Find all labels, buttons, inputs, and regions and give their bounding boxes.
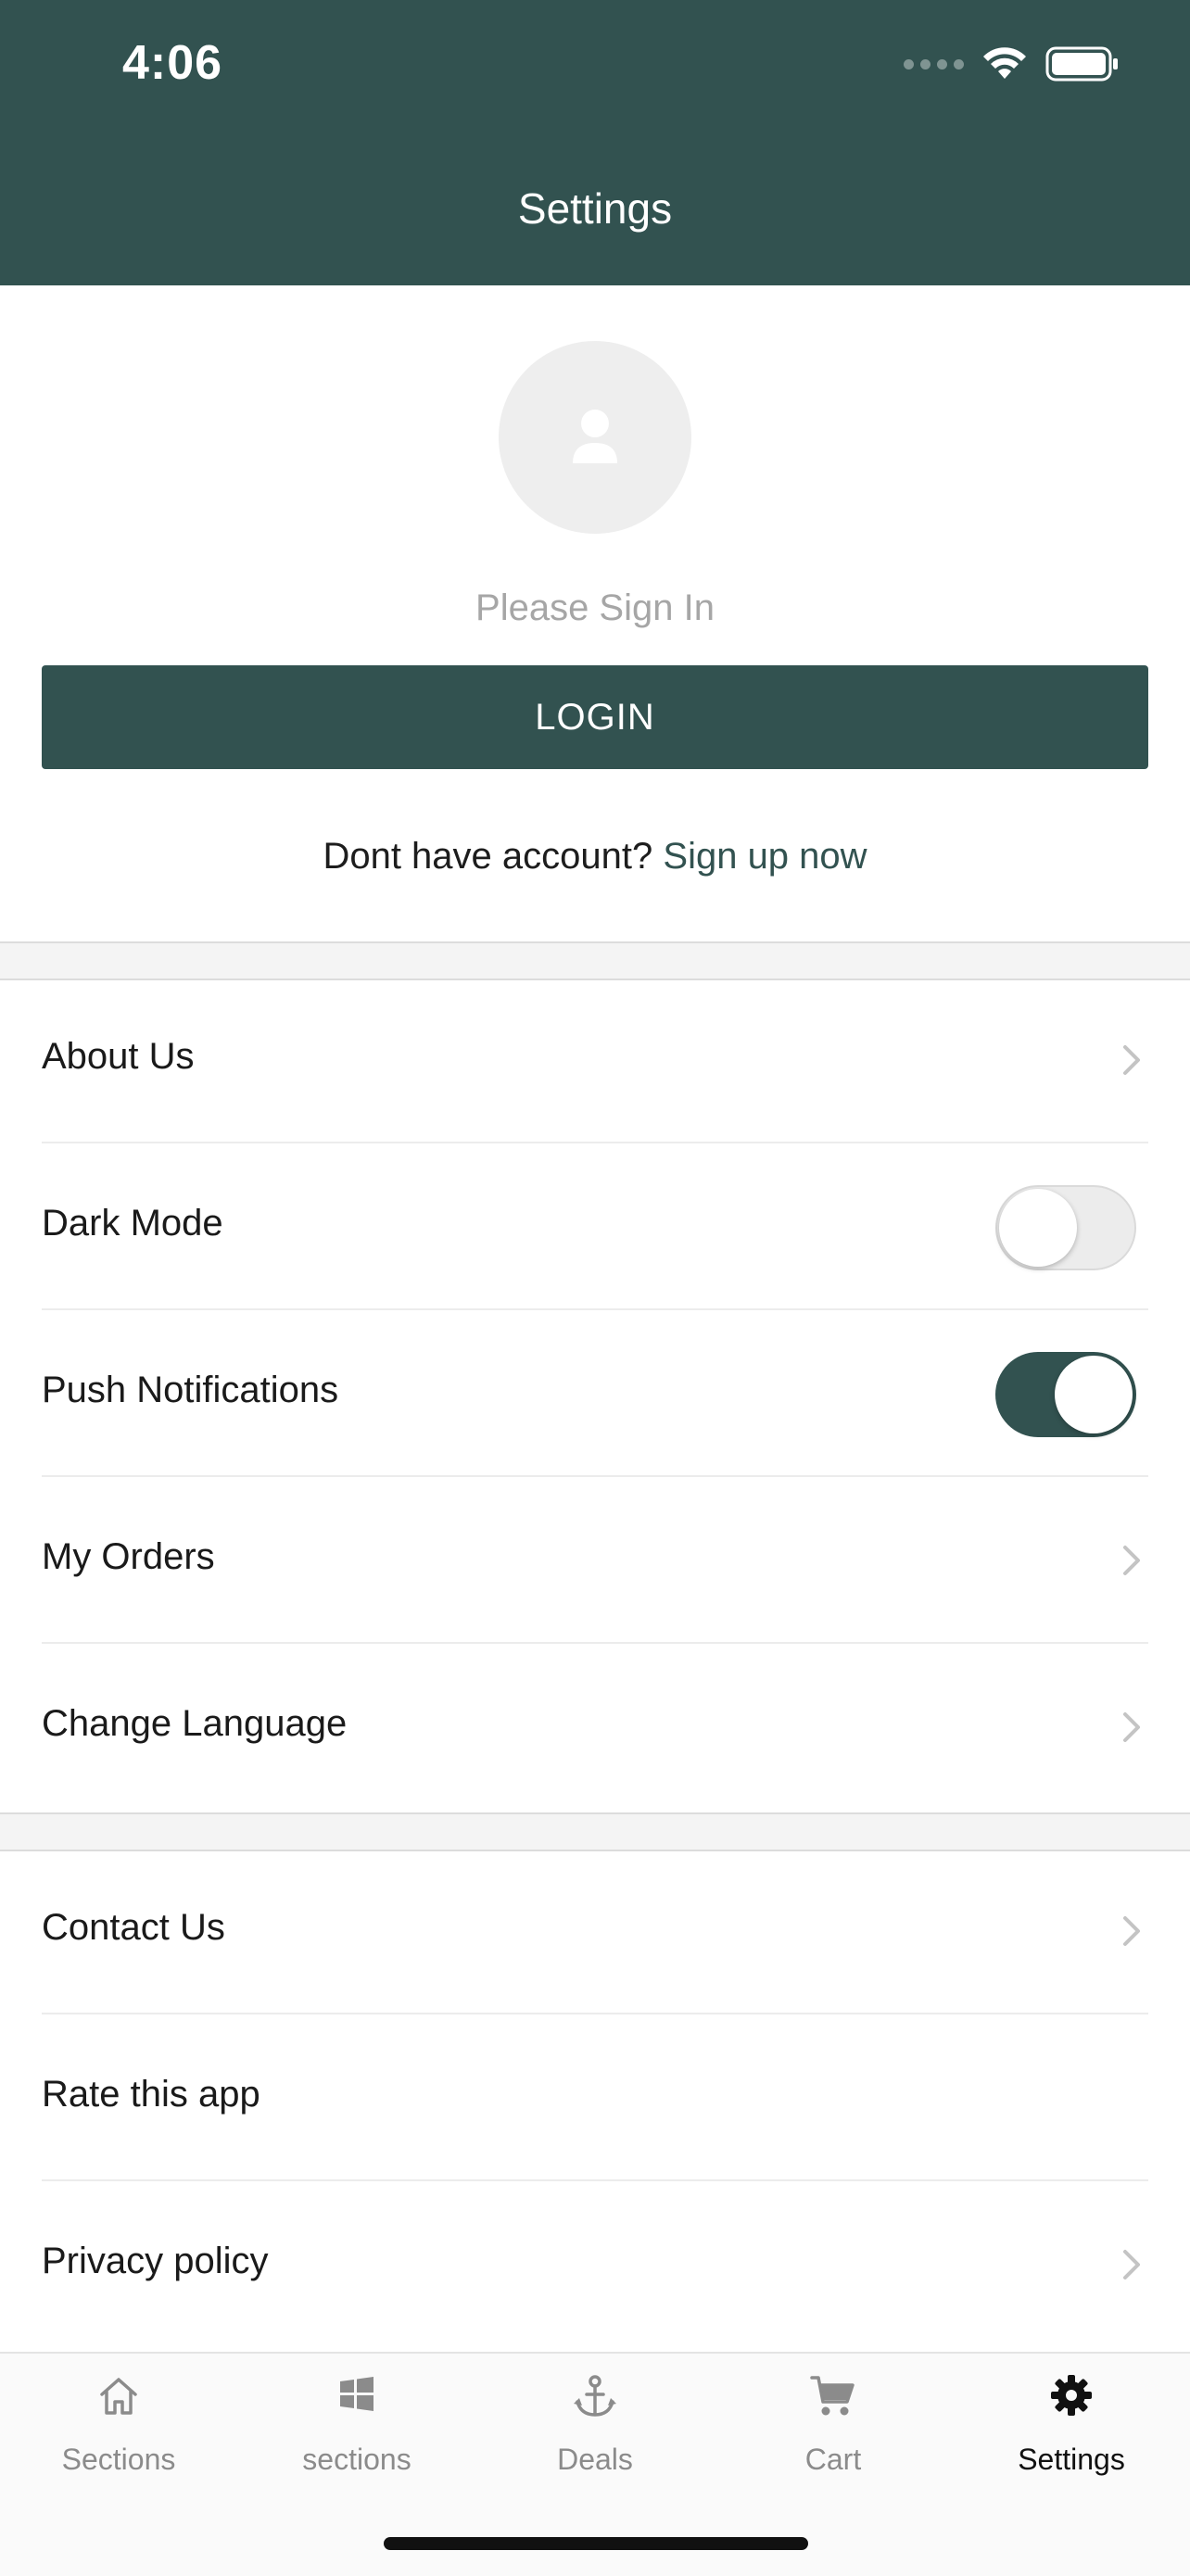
- home-indicator: [384, 2537, 808, 2550]
- windows-icon: [340, 2377, 373, 2411]
- page-title: Settings: [517, 184, 673, 233]
- about-us-label: About Us: [42, 1036, 195, 1077]
- tab-label: Cart: [804, 2443, 862, 2476]
- chevron-right-icon: [1123, 1546, 1140, 1575]
- chevron-right-icon: [1123, 1712, 1140, 1742]
- section-separator: [0, 941, 1190, 980]
- app-header: 4:06 Settings: [0, 0, 1190, 285]
- row-divider: [42, 1642, 1148, 1644]
- tab-label: Deals: [557, 2443, 633, 2476]
- tab-sections-2[interactable]: sections: [238, 2354, 475, 2502]
- privacy-policy-row[interactable]: Privacy policy: [0, 2183, 1190, 2348]
- rate-app-label: Rate this app: [42, 2074, 260, 2115]
- change-language-row[interactable]: Change Language: [0, 1646, 1190, 1811]
- chevron-right-icon: [1123, 1045, 1140, 1075]
- contact-us-row[interactable]: Contact Us: [0, 1850, 1190, 2014]
- login-button[interactable]: LOGIN: [42, 665, 1148, 769]
- push-notifications-row: Push Notifications: [0, 1312, 1190, 1477]
- row-divider: [42, 2013, 1148, 2014]
- cart-icon: [810, 2376, 855, 2416]
- toggle-knob: [999, 1189, 1077, 1267]
- chevron-right-icon: [1123, 2250, 1140, 2279]
- row-divider: [42, 1308, 1148, 1310]
- anchor-icon: [574, 2375, 616, 2417]
- dark-mode-row: Dark Mode: [0, 1145, 1190, 1310]
- rate-app-row[interactable]: Rate this app: [0, 2016, 1190, 2181]
- signup-link[interactable]: Sign up now: [663, 836, 867, 877]
- my-orders-label: My Orders: [42, 1536, 215, 1577]
- wifi-icon: [983, 47, 1026, 79]
- tab-cart[interactable]: Cart: [715, 2354, 952, 2502]
- push-notifications-toggle[interactable]: [995, 1352, 1136, 1437]
- privacy-policy-label: Privacy policy: [42, 2241, 269, 2281]
- row-divider: [42, 1142, 1148, 1143]
- dark-mode-label: Dark Mode: [42, 1203, 223, 1244]
- sign-in-prompt: Please Sign In: [475, 587, 715, 628]
- contact-us-label: Contact Us: [42, 1907, 225, 1948]
- tab-label: Sections: [61, 2443, 176, 2476]
- chevron-right-icon: [1123, 1916, 1140, 1946]
- gear-icon: [1051, 2375, 1092, 2416]
- change-language-label: Change Language: [42, 1703, 348, 1744]
- row-divider: [42, 1475, 1148, 1477]
- status-time: 4:06: [122, 36, 223, 90]
- my-orders-row[interactable]: My Orders: [0, 1479, 1190, 1644]
- battery-icon: [1045, 46, 1118, 82]
- signup-text: Dont have account?: [323, 836, 653, 877]
- signup-prompt: Dont have account? Sign up now: [0, 836, 1190, 878]
- row-divider: [42, 2179, 1148, 2181]
- tab-label: Settings: [1018, 2443, 1125, 2476]
- push-notifications-label: Push Notifications: [42, 1370, 339, 1410]
- user-icon: [573, 410, 617, 463]
- about-us-row[interactable]: About Us: [0, 979, 1190, 1143]
- toggle-knob: [1055, 1356, 1133, 1433]
- home-icon: [100, 2378, 137, 2415]
- cellular-signal-icon: [904, 58, 964, 69]
- status-icons: [904, 46, 1120, 82]
- section-separator: [0, 1812, 1190, 1851]
- avatar[interactable]: [499, 341, 691, 534]
- tab-settings[interactable]: Settings: [953, 2354, 1190, 2502]
- dark-mode-toggle[interactable]: [995, 1185, 1136, 1270]
- tab-sections[interactable]: Sections: [0, 2354, 237, 2502]
- tab-deals[interactable]: Deals: [476, 2354, 714, 2502]
- tab-label: sections: [302, 2443, 411, 2476]
